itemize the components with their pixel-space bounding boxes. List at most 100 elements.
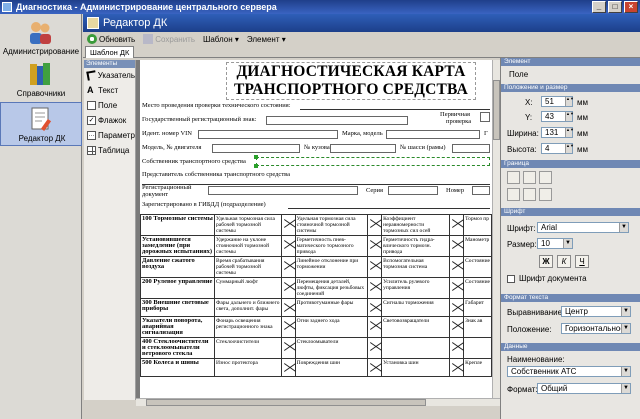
section-cell[interactable]: Указатели поворота, аварийная сигнализац… [140,316,215,338]
item-cell[interactable]: Линейное отклонение при торможении [294,256,369,278]
chevron-down-icon[interactable]: ▼ [621,307,630,316]
vertical-scrollbar[interactable] [492,60,500,398]
field-label[interactable]: Государственный регистрационный знак: [142,116,257,123]
scroll-thumb[interactable] [146,399,426,406]
checkbox-cell[interactable] [367,256,383,278]
field-label[interactable]: № шасси (рамы) [400,144,446,151]
chevron-down-icon[interactable]: ▼ [563,239,572,248]
size-select[interactable]: 10 ▼ [537,238,573,249]
field-label[interactable]: Серия [366,187,383,194]
checkbox-cell[interactable] [367,214,383,236]
item-cell[interactable]: Вспомогательная тормозная система [381,256,451,278]
data-section-header[interactable]: Данные [501,343,640,351]
checkbox-cell[interactable] [449,298,465,317]
close-button[interactable]: × [624,1,638,13]
item-cell[interactable] [381,337,451,359]
item-cell[interactable]: Повреждения шин [294,358,369,377]
checkbox-cell[interactable] [280,235,296,257]
bold-button[interactable]: Ж [539,255,553,268]
element-text[interactable]: A Текст [84,83,135,98]
element-field[interactable]: Поле [84,98,135,113]
format-select[interactable]: Общий ▼ [537,383,631,394]
item-cell[interactable]: Стеклоочистители [214,337,282,359]
checkbox-cell[interactable] [280,298,296,317]
checkbox-cell[interactable] [367,235,383,257]
section-cell[interactable]: 400 Стеклоочистители и стеклоомыватели в… [140,337,215,359]
section-cell[interactable]: 200 Рулевое управление [140,277,215,299]
border-left-icon[interactable] [507,171,520,184]
field-label[interactable]: Представитель собственника транспортного… [142,171,290,178]
item-cell[interactable]: Удержание на уклоне стояночной тормозной… [214,235,282,257]
item-cell[interactable]: Манометр [463,235,492,257]
field-label[interactable]: Регистрационный документ [142,184,206,198]
checkbox-cell[interactable] [449,316,465,338]
name-select[interactable]: Собственник АТС ▼ [507,366,631,377]
spin-icon[interactable]: ▲▼ [565,97,574,106]
item-cell[interactable]: Световозвращатели [381,316,451,338]
card-title[interactable]: ДИАГНОСТИЧЕСКАЯ КАРТА ТРАНСПОРТНОГО СРЕД… [226,62,476,100]
checkbox-cell[interactable] [367,358,383,377]
border-bottom-icon[interactable] [539,188,552,201]
element-pointer[interactable]: Указатель [84,68,135,83]
refresh-button[interactable]: Обновить [87,34,135,44]
element-menu[interactable]: Элемент ▾ [247,35,286,44]
position-section-header[interactable]: Положение и размер [501,84,640,92]
chevron-down-icon[interactable]: ▼ [619,223,628,232]
font-section-header[interactable]: Шрифт [501,208,640,216]
item-cell[interactable]: Удельная тормозная сила стояночной тормо… [294,214,369,236]
section-cell[interactable]: 500 Колеса и шины [140,358,215,377]
checkbox-cell[interactable] [449,214,465,236]
checkbox-cell[interactable] [449,256,465,278]
selected-owner-field[interactable] [256,157,490,166]
item-cell[interactable]: Состояние [463,277,492,299]
width-input[interactable]: 131 ▲▼ [541,127,574,138]
element-parameter[interactable]: … Параметр [84,128,135,143]
element-flag[interactable]: ✓ Флажок [84,113,135,128]
item-cell[interactable]: Фары дальнего и ближнего света, дополнит… [214,298,282,317]
section-cell[interactable]: Установившееся замедление (при дорожных … [140,235,215,257]
x-input[interactable]: 51 ▲▼ [541,96,574,107]
field-box[interactable] [472,186,490,195]
spin-icon[interactable]: ▲▼ [565,112,574,121]
item-cell[interactable]: Суммарный люфт [214,277,282,299]
item-cell[interactable]: Удельная тормозная сила рабочей тормозно… [214,214,282,236]
position-select[interactable]: Горизонтальное ▼ [561,323,631,334]
item-cell[interactable]: Герметичность гидра-влического тормозн. … [381,235,451,257]
item-cell[interactable]: Коэффициент неравномерности тормозных си… [381,214,451,236]
item-cell[interactable]: Установка шин [381,358,451,377]
height-input[interactable]: 4 ▲▼ [541,143,574,154]
item-cell[interactable]: Время срабатывания рабочей тормозной сис… [214,256,282,278]
checkbox-cell[interactable] [280,214,296,236]
nav-item-admin[interactable]: Администрирование [0,16,82,60]
section-cell[interactable]: 300 Внешние световые приборы [140,298,215,317]
section-cell[interactable]: Давление сжатого воздуха [140,256,215,278]
item-cell[interactable]: Усилитель рулевого управления [381,277,451,299]
border-top-icon[interactable] [507,188,520,201]
item-cell[interactable]: Крепле [463,358,492,377]
field-label[interactable]: Первичная [440,111,470,118]
border-all-icon[interactable] [523,188,536,201]
resize-handle[interactable] [254,164,258,168]
item-cell[interactable]: Противотуманные фары [294,298,369,317]
field-label[interactable]: Идент. номер VIN [142,130,192,137]
field-label[interactable]: Собственник транспортного средства [142,158,246,165]
tab-template[interactable]: Шаблон ДК [85,46,135,58]
item-cell[interactable]: Герметичность пнев-матического тормозног… [294,235,369,257]
item-cell[interactable]: Состояние [463,256,492,278]
border-right-icon[interactable] [523,171,536,184]
field-label[interactable]: № кузова [304,144,330,151]
checkbox-cell[interactable] [367,316,383,338]
checkbox-cell[interactable] [449,337,465,359]
chevron-down-icon[interactable]: ▼ [621,367,630,376]
field-box[interactable] [330,144,396,153]
field-label[interactable]: Г [484,130,488,137]
field-label[interactable]: Марка, модель [342,130,383,137]
field-box[interactable] [198,130,338,139]
item-cell[interactable]: Огни заднего хода [294,316,369,338]
border-section-header[interactable]: Граница [501,160,640,168]
font-select[interactable]: Arial ▼ [537,222,629,233]
field-label[interactable]: Номер [446,187,464,194]
field-box[interactable] [208,186,358,195]
checkbox-cell[interactable] [280,316,296,338]
checkbox-cell[interactable] [280,277,296,299]
